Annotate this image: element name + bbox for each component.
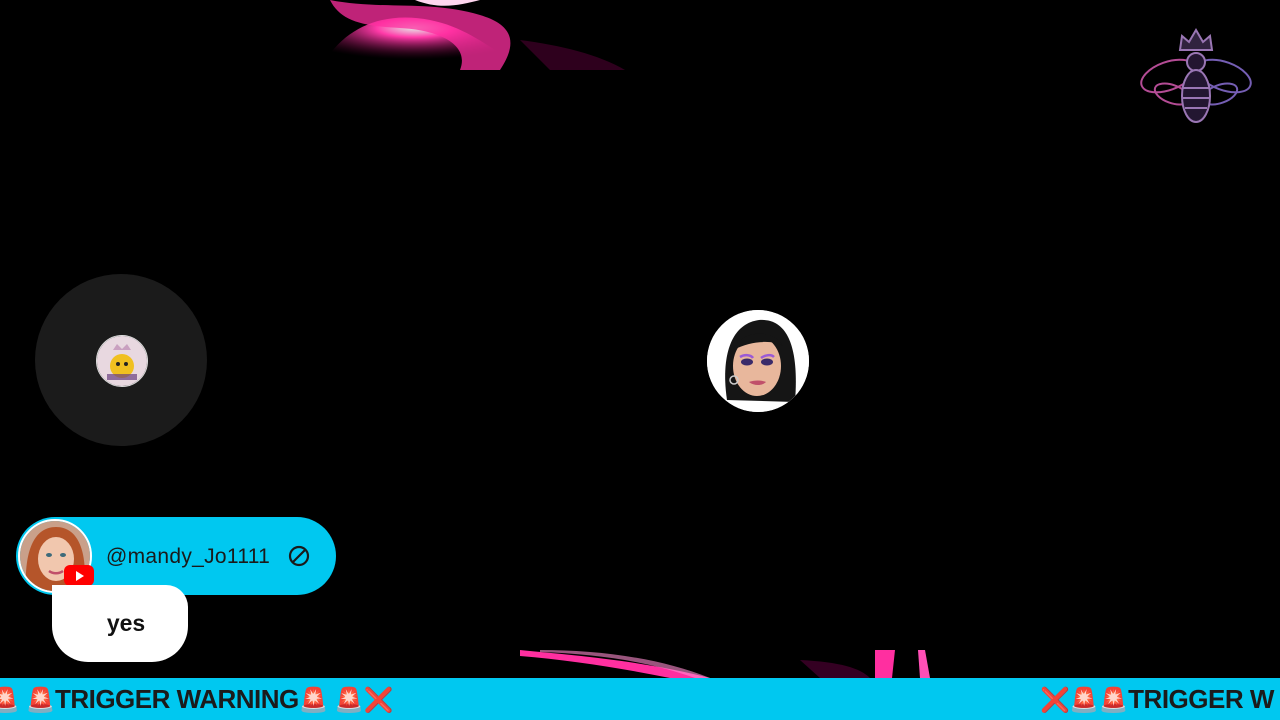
comment-message: yes	[106, 610, 146, 636]
ticker-a-suffix: 🚨 🚨❌	[298, 687, 394, 714]
decorative-swirl-top	[320, 0, 625, 70]
ticker-bar: 🚨 🚨TRIGGER WARNING🚨 🚨❌ ❌🚨🚨TRIGGER W	[0, 678, 1280, 720]
blocked-icon[interactable]	[288, 545, 310, 567]
ticker-a-prefix: 🚨 🚨	[0, 687, 55, 714]
ticker-b-text: TRIGGER W	[1128, 684, 1274, 714]
guest-avatar[interactable]	[96, 335, 148, 387]
decorative-swirl-bottom	[520, 650, 970, 678]
host-avatar[interactable]	[707, 310, 809, 412]
commenter-handle: @mandy_Jo1111	[106, 545, 271, 568]
ticker-segment-b: ❌🚨🚨TRIGGER W	[1040, 678, 1274, 720]
ticker-a-text: TRIGGER WARNING	[54, 684, 299, 714]
ticker-b-prefix: ❌🚨🚨	[1040, 687, 1129, 714]
ticker-segment-a: 🚨 🚨TRIGGER WARNING🚨 🚨❌	[0, 678, 394, 720]
youtube-icon	[64, 565, 94, 586]
bee-logo-icon	[1136, 22, 1256, 130]
stream-stage: @mandy_Jo1111 yes 🚨 🚨TRIGGER WARNING🚨 🚨❌…	[0, 0, 1280, 720]
